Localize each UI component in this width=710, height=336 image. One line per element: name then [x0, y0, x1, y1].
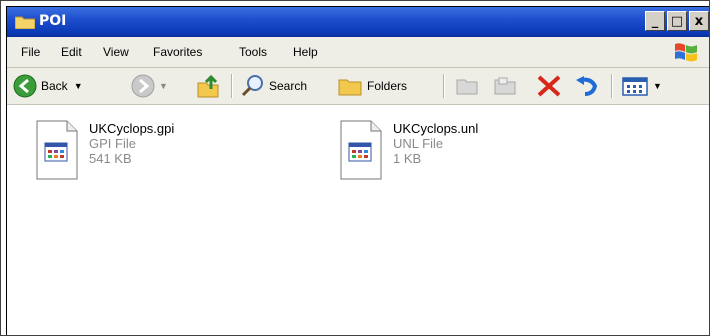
- undo-button[interactable]: [573, 74, 601, 98]
- explorer-window: POI _ □ x File Edit View Favorites Tools…: [6, 6, 709, 335]
- folder-icon: [15, 16, 35, 29]
- toolbar-separator: [231, 74, 233, 98]
- undo-icon: [576, 76, 598, 96]
- forward-arrow-icon: [131, 74, 155, 98]
- folders-label: Folders: [367, 79, 408, 93]
- minimize-button[interactable]: _: [645, 11, 665, 31]
- up-folder-button[interactable]: [195, 74, 221, 98]
- file-item[interactable]: UKCyclops.unl UNL File 1 KB: [339, 119, 478, 181]
- file-type: UNL File: [393, 136, 444, 151]
- file-type: GPI File: [89, 136, 136, 151]
- search-icon: [241, 75, 263, 97]
- maximize-button[interactable]: □: [667, 11, 687, 31]
- folders-icon: [338, 79, 362, 96]
- forward-button[interactable]: ▼: [131, 74, 168, 98]
- menu-edit[interactable]: Edit: [61, 45, 82, 59]
- chevron-down-icon[interactable]: ▼: [159, 81, 168, 91]
- menu-help[interactable]: Help: [293, 45, 318, 59]
- file-icon: [36, 120, 78, 180]
- menu-file[interactable]: File: [21, 45, 40, 59]
- move-to-icon: [456, 79, 478, 95]
- copy-to-button[interactable]: [491, 74, 519, 98]
- move-to-button[interactable]: [453, 74, 481, 98]
- search-label: Search: [269, 79, 308, 93]
- back-arrow-icon: [13, 74, 37, 98]
- file-size: 1 KB: [393, 151, 422, 166]
- chevron-down-icon[interactable]: ▼: [74, 81, 83, 91]
- back-button[interactable]: Back ▼: [13, 74, 83, 98]
- copy-to-icon: [494, 77, 516, 95]
- views-icon: [622, 77, 648, 96]
- window-frame: POI _ □ x File Edit View Favorites Tools…: [0, 0, 710, 336]
- window-title: POI: [39, 13, 67, 29]
- title-bar[interactable]: POI _ □ x: [7, 7, 709, 37]
- views-button[interactable]: ▼: [621, 74, 662, 98]
- menu-view[interactable]: View: [103, 45, 129, 59]
- file-name: UKCyclops.gpi: [89, 121, 175, 136]
- file-name: UKCyclops.unl: [393, 121, 479, 136]
- search-button[interactable]: Search: [241, 74, 307, 98]
- back-label: Back: [41, 79, 68, 93]
- delete-icon: [537, 75, 561, 97]
- up-folder-icon: [197, 74, 219, 98]
- toolbar-separator: [611, 74, 613, 98]
- file-size: 541 KB: [89, 151, 132, 166]
- menu-favorites[interactable]: Favorites: [153, 45, 202, 59]
- folders-button[interactable]: Folders: [337, 74, 407, 98]
- file-icon: [340, 120, 382, 180]
- close-button[interactable]: x: [689, 11, 709, 31]
- chevron-down-icon[interactable]: ▼: [653, 81, 662, 91]
- windows-logo-icon: [675, 43, 697, 62]
- menu-tools[interactable]: Tools: [239, 45, 267, 59]
- toolbar-separator: [443, 74, 445, 98]
- file-item[interactable]: UKCyclops.gpi GPI File 541 KB: [35, 119, 174, 181]
- delete-button[interactable]: [535, 74, 563, 98]
- menu-bar: File Edit View Favorites Tools Help: [7, 37, 709, 68]
- standard-toolbar: Back ▼ ▼ Search Folders ▼: [7, 68, 709, 105]
- file-list-pane[interactable]: UKCyclops.gpi GPI File 541 KB UKCyclops.…: [7, 105, 709, 335]
